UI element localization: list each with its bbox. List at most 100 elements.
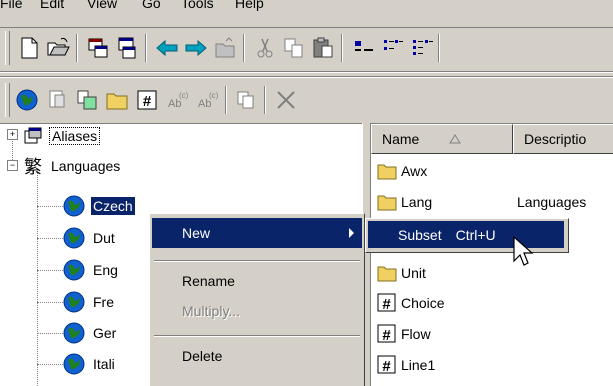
list-item[interactable]: Unit [377,258,426,288]
abc-superscript-icon[interactable]: Ab (c) [164,87,190,113]
sort-ascending-icon [449,134,462,144]
tree-item-english[interactable]: Eng [62,258,120,282]
small-icons-icon[interactable] [380,35,406,61]
list-item[interactable]: Awx [377,156,427,186]
abc-superscript-alt-icon[interactable]: Ab (c) [194,87,220,113]
duplicate-icon[interactable] [233,87,259,113]
copy-icon[interactable] [281,35,307,61]
svg-text:#: # [382,327,391,344]
open-folder-icon[interactable] [45,35,71,61]
tree-item-french[interactable]: Fre [62,290,116,314]
expand-aliases-button[interactable]: + [7,129,18,140]
tree-item-german[interactable]: Ger [62,321,118,345]
new-document-icon[interactable] [16,35,42,61]
hash-icon: # [377,355,396,375]
toolbar-divider [0,76,613,78]
menu-item-rename[interactable]: Rename [152,266,362,296]
svg-text:(c): (c) [179,91,189,100]
svg-text:(c): (c) [209,91,219,100]
folder-icon [377,266,397,282]
list-item-description: Languages [517,194,587,210]
list-item[interactable]: # Flow [377,319,431,349]
toolbar-separator [225,86,227,114]
menu-file[interactable]: File [0,0,23,13]
globe-icon [63,322,85,344]
menu-separator [154,335,360,337]
list-item-name: Unit [401,265,426,281]
svg-text:#: # [143,93,152,110]
tree-item-label: Czech [91,197,135,215]
menu-edit[interactable]: Edit [40,0,64,13]
menu-item-label: New [182,225,211,241]
tree-item-languages[interactable]: 繁 Languages [22,154,122,178]
toolbar-separator [76,34,78,62]
tree-item-aliases[interactable]: Aliases [22,124,101,148]
list-item[interactable]: Lang Languages [377,187,586,217]
context-menu: New Rename Multiply... Delete [149,213,365,386]
tree-item-label: Eng [93,262,118,278]
back-icon[interactable] [154,35,180,61]
tree-connector [37,333,63,334]
menu-item-new[interactable]: New [152,218,362,248]
menu-item-shortcut: Ctrl+U [455,226,496,243]
tree-item-czech[interactable]: Czech [62,194,135,218]
tree-item-label: Fre [93,294,114,310]
tree-connector [37,302,63,303]
collapse-languages-button[interactable]: − [7,160,18,171]
tree-item-label: Dut [93,230,115,246]
list-item-name: Lang [401,194,433,210]
column-header-description[interactable]: Descriptio [513,124,613,154]
menu-go[interactable]: Go [142,0,161,13]
paste-icon[interactable] [310,35,336,61]
tree-connector [37,238,63,239]
paste-special-icon[interactable] [74,87,100,113]
object-toolbar: # Ab (c) Ab (c) [0,80,613,120]
menu-item-label: Subset [398,226,442,243]
list-pane[interactable]: Name Descriptio Awx Lang Languages Unit … [370,123,613,386]
hash-icon[interactable]: # [134,87,160,113]
folder-icon[interactable] [104,87,130,113]
list-item-name: Flow [401,326,431,342]
tree-connector [37,206,63,207]
svg-text:#: # [382,296,391,313]
globe-icon [63,291,85,313]
column-header-label: Name [382,131,420,147]
toolbar-separator [145,34,147,62]
large-icons-icon[interactable] [351,35,377,61]
pointer-cursor-icon [513,236,534,266]
menu-item-label: Delete [182,348,223,364]
cut-icon[interactable] [252,35,278,61]
list-item-name: Line1 [401,357,436,373]
up-folder-icon[interactable] [212,35,238,61]
menu-tools[interactable]: Tools [181,0,214,13]
list-item[interactable]: # Choice [377,288,445,318]
toolbar-grip[interactable] [5,83,10,117]
globe-icon [63,195,85,217]
toolbar-divider [0,71,613,73]
menu-item-delete[interactable]: Delete [152,341,362,371]
toolbar-separator [264,86,266,114]
toolbar-separator [243,34,245,62]
tree-item-italian[interactable]: Itali [62,352,117,376]
menu-separator [154,260,360,262]
list-view-icon[interactable] [409,35,435,61]
tree-connector [37,270,63,271]
menu-view[interactable]: View [87,0,117,13]
chinese-character-icon: 繁 [24,157,42,177]
menu-help[interactable]: Help [235,0,264,13]
toolbar-separator [341,34,343,62]
document-icon[interactable] [44,87,70,113]
toolbar-grip[interactable] [5,31,10,65]
tree-connector [37,364,63,365]
tree-item-label: Aliases [49,127,101,145]
forward-icon[interactable] [183,35,209,61]
column-header-name[interactable]: Name [371,124,513,154]
tree-item-dutch[interactable]: Dut [62,226,117,250]
menu-item-label: Multiply... [182,303,241,319]
list-item[interactable]: # Line1 [377,350,435,380]
copy-window-icon[interactable] [114,35,140,61]
globe-icon[interactable] [14,87,40,113]
tree-item-label: Ger [93,325,117,341]
delete-x-icon[interactable] [273,87,299,113]
properties-icon[interactable] [85,35,111,61]
